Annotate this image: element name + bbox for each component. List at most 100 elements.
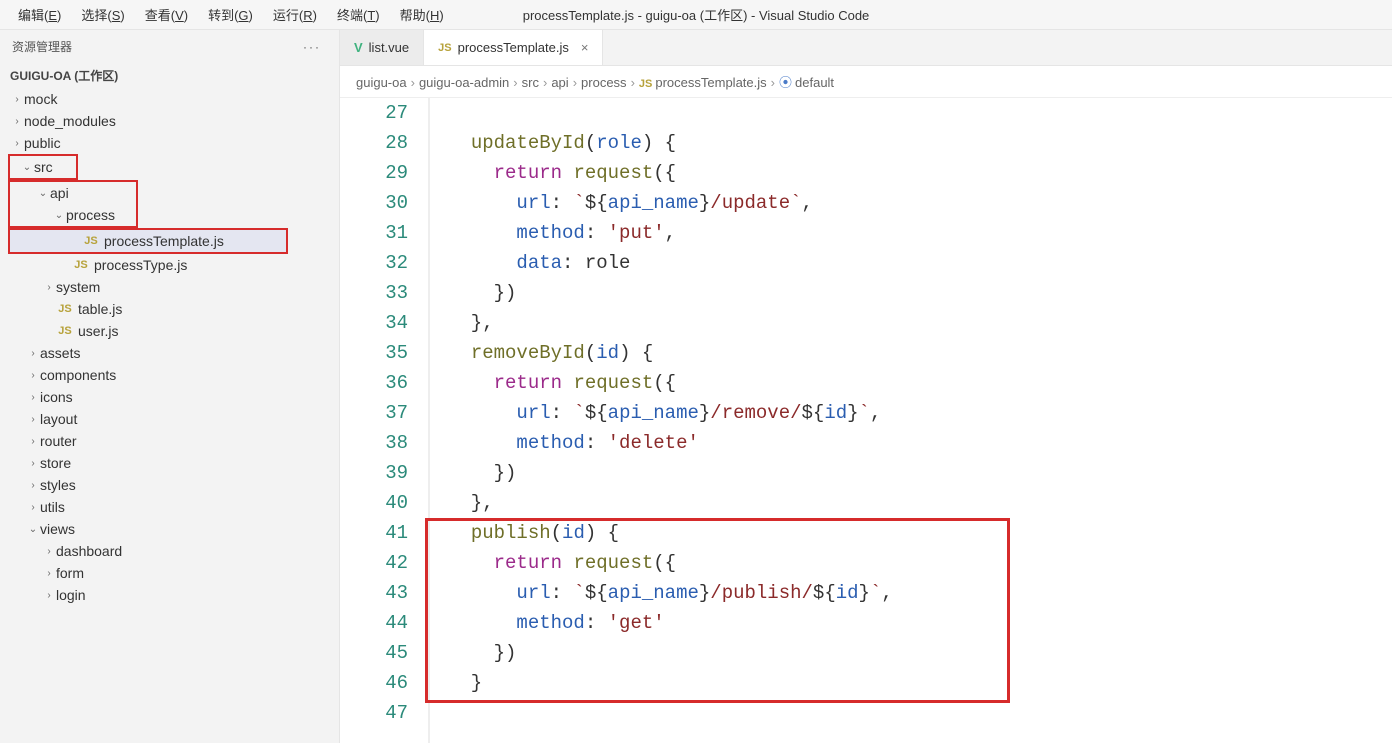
file-item[interactable]: ·JSuser.js xyxy=(0,320,339,342)
editor-tabs: Vlist.vueJSprocessTemplate.js× xyxy=(340,30,1392,66)
chevron-right-icon: › xyxy=(539,75,551,90)
menu-item[interactable]: 帮助(H) xyxy=(390,1,454,28)
folder-item[interactable]: ⌄process xyxy=(10,204,136,226)
code-line[interactable]: updateById(role) { xyxy=(448,128,1392,158)
folder-item[interactable]: ⌄src xyxy=(10,156,76,178)
menu-item[interactable]: 选择(S) xyxy=(71,1,134,28)
tree-item-label: table.js xyxy=(78,301,122,317)
code-line[interactable]: data: role xyxy=(448,248,1392,278)
code-line[interactable]: return request({ xyxy=(448,548,1392,578)
chevron-icon[interactable]: › xyxy=(42,282,56,293)
folder-item[interactable]: ›router xyxy=(0,430,339,452)
chevron-icon[interactable]: › xyxy=(26,502,40,513)
editor-tab[interactable]: JSprocessTemplate.js× xyxy=(424,30,603,65)
chevron-icon[interactable]: › xyxy=(42,546,56,557)
tree-item-label: login xyxy=(56,587,86,603)
tree-item-label: styles xyxy=(40,477,76,493)
chevron-right-icon: › xyxy=(407,75,419,90)
code-line[interactable]: }, xyxy=(448,308,1392,338)
menu-item[interactable]: 转到(G) xyxy=(198,1,263,28)
breadcrumb-item[interactable]: api xyxy=(551,75,568,90)
code-line[interactable]: } xyxy=(448,668,1392,698)
code-line[interactable] xyxy=(448,698,1392,728)
chevron-icon[interactable]: › xyxy=(26,436,40,447)
code-line[interactable]: url: `${api_name}/publish/${id}`, xyxy=(448,578,1392,608)
line-numbers: 2728293031323334353637383940414243444546… xyxy=(340,98,430,743)
code-line[interactable]: url: `${api_name}/update`, xyxy=(448,188,1392,218)
line-number: 33 xyxy=(340,278,408,308)
code-line[interactable] xyxy=(448,98,1392,128)
line-number: 36 xyxy=(340,368,408,398)
breadcrumb-item[interactable]: guigu-oa xyxy=(356,75,407,90)
folder-item[interactable]: ›login xyxy=(0,584,339,606)
code-line[interactable]: return request({ xyxy=(448,158,1392,188)
code-line[interactable]: method: 'put', xyxy=(448,218,1392,248)
tab-label: processTemplate.js xyxy=(458,40,569,55)
breadcrumb-item[interactable]: src xyxy=(522,75,539,90)
folder-item[interactable]: ›dashboard xyxy=(0,540,339,562)
line-number: 43 xyxy=(340,578,408,608)
menu-item[interactable]: 运行(R) xyxy=(263,1,327,28)
code-line[interactable]: }) xyxy=(448,278,1392,308)
code-line[interactable]: url: `${api_name}/remove/${id}`, xyxy=(448,398,1392,428)
file-item[interactable]: ·JStable.js xyxy=(0,298,339,320)
more-icon[interactable]: ··· xyxy=(303,40,327,54)
line-number: 39 xyxy=(340,458,408,488)
menu-item[interactable]: 查看(V) xyxy=(135,1,198,28)
folder-item[interactable]: ›utils xyxy=(0,496,339,518)
chevron-icon[interactable]: ⌄ xyxy=(52,210,66,221)
menu-item[interactable]: 终端(T) xyxy=(327,1,390,28)
folder-item[interactable]: ›store xyxy=(0,452,339,474)
folder-item[interactable]: ⌄views xyxy=(0,518,339,540)
folder-item[interactable]: ›system xyxy=(0,276,339,298)
chevron-icon[interactable]: › xyxy=(26,370,40,381)
folder-item[interactable]: ›mock xyxy=(0,88,339,110)
folder-item[interactable]: ›form xyxy=(0,562,339,584)
code-line[interactable]: method: 'get' xyxy=(448,608,1392,638)
breadcrumb-item[interactable]: guigu-oa-admin xyxy=(419,75,509,90)
chevron-icon[interactable]: › xyxy=(26,392,40,403)
code-content[interactable]: updateById(role) { return request({ url:… xyxy=(430,98,1392,743)
chevron-icon[interactable]: ⌄ xyxy=(20,162,34,173)
code-line[interactable]: }) xyxy=(448,638,1392,668)
file-item[interactable]: ·JSprocessTemplate.js xyxy=(10,230,286,252)
editor-tab[interactable]: Vlist.vue xyxy=(340,30,424,65)
code-line[interactable]: publish(id) { xyxy=(448,518,1392,548)
folder-item[interactable]: ›public xyxy=(0,132,339,154)
breadcrumbs[interactable]: guigu-oa›guigu-oa-admin›src›api›process›… xyxy=(340,66,1392,98)
breadcrumb-file[interactable]: processTemplate.js xyxy=(655,75,766,90)
code-line[interactable]: method: 'delete' xyxy=(448,428,1392,458)
chevron-icon[interactable]: › xyxy=(42,568,56,579)
code-line[interactable]: }) xyxy=(448,458,1392,488)
code-line[interactable]: }, xyxy=(448,488,1392,518)
code-line[interactable]: removeById(id) { xyxy=(448,338,1392,368)
chevron-icon[interactable]: ⌄ xyxy=(26,524,40,535)
folder-item[interactable]: ›assets xyxy=(0,342,339,364)
menu-item[interactable]: 编辑(E) xyxy=(8,1,71,28)
code-editor[interactable]: 2728293031323334353637383940414243444546… xyxy=(340,98,1392,743)
chevron-icon[interactable]: › xyxy=(26,480,40,491)
folder-item[interactable]: ›styles xyxy=(0,474,339,496)
folder-item[interactable]: ›layout xyxy=(0,408,339,430)
file-item[interactable]: ·JSprocessType.js xyxy=(0,254,339,276)
chevron-icon[interactable]: › xyxy=(10,138,24,149)
workspace-title[interactable]: GUIGU-OA (工作区) xyxy=(0,63,339,88)
close-icon[interactable]: × xyxy=(575,40,589,55)
tree-item-label: store xyxy=(40,455,71,471)
breadcrumb-item[interactable]: process xyxy=(581,75,627,90)
folder-item[interactable]: ›node_modules xyxy=(0,110,339,132)
js-file-icon: JS xyxy=(639,78,652,90)
chevron-icon[interactable]: ⌄ xyxy=(36,188,50,199)
chevron-icon[interactable]: › xyxy=(26,348,40,359)
folder-item[interactable]: ›components xyxy=(0,364,339,386)
tree-item-label: icons xyxy=(40,389,73,405)
chevron-icon[interactable]: › xyxy=(26,414,40,425)
folder-item[interactable]: ⌄api xyxy=(10,182,136,204)
chevron-icon[interactable]: › xyxy=(26,458,40,469)
code-line[interactable]: return request({ xyxy=(448,368,1392,398)
chevron-icon[interactable]: › xyxy=(10,116,24,127)
breadcrumb-symbol[interactable]: ⦿default xyxy=(779,75,834,90)
chevron-icon[interactable]: › xyxy=(42,590,56,601)
folder-item[interactable]: ›icons xyxy=(0,386,339,408)
chevron-icon[interactable]: › xyxy=(10,94,24,105)
